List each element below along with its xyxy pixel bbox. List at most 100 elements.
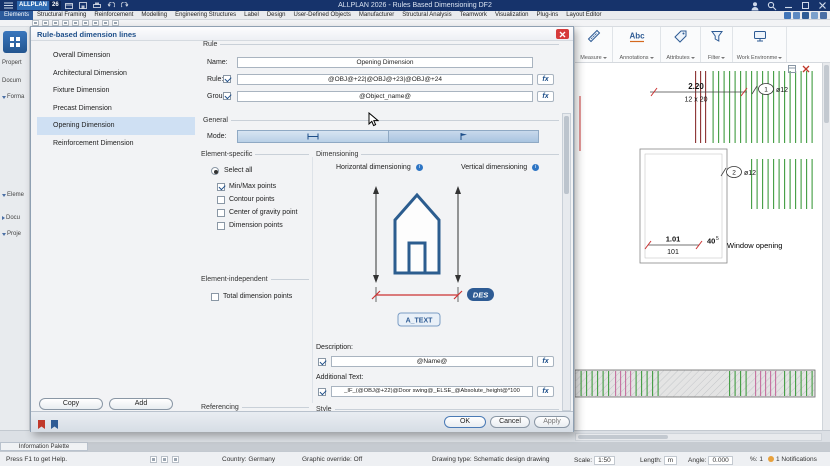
status-tool-icon[interactable] — [150, 456, 157, 463]
properties-palette-icon[interactable] — [3, 31, 27, 53]
notifications[interactable]: 1 Notifications — [768, 456, 817, 463]
tree-item-element[interactable]: Eleme — [2, 192, 24, 198]
drawing-canvas[interactable]: 2.20 12 x 20 1 ø12 2 ø12 1.01 101 40 — [575, 63, 822, 430]
ribbon-group-work-environment[interactable]: Work Environme — [733, 27, 787, 62]
work-environment-monitor-icon[interactable] — [753, 29, 767, 48]
status-tool-icon[interactable] — [161, 456, 168, 463]
tree-item-project[interactable]: Proje — [2, 231, 21, 237]
drawing-horizontal-scrollbar[interactable] — [575, 433, 822, 441]
menu-item-modelling[interactable]: Modelling — [137, 11, 171, 20]
list-item-precast-dimension[interactable]: Precast Dimension — [37, 100, 195, 118]
maximize-window-icon[interactable] — [800, 1, 811, 10]
user-account-icon[interactable] — [749, 1, 760, 10]
scrollbar-thumb[interactable] — [578, 435, 668, 439]
description-formula-button[interactable]: fx — [537, 356, 554, 367]
menubar-tool-icon[interactable] — [820, 12, 827, 19]
menubar-tool-icon[interactable] — [793, 12, 800, 19]
dimension-points-checkbox[interactable] — [217, 222, 225, 230]
ribbon-group-filter[interactable]: Filter — [701, 27, 733, 62]
angle-value-dropdown[interactable]: 0.000 — [708, 456, 732, 465]
min-max-points-checkbox[interactable] — [217, 183, 225, 191]
description-checkbox[interactable] — [318, 358, 326, 366]
list-item-overall-dimension[interactable]: Overall Dimension — [37, 47, 195, 65]
group-formula-button[interactable]: fx — [537, 91, 554, 102]
menubar-tool-icon[interactable] — [784, 12, 791, 19]
information-palette-tab[interactable]: Information Palette — [0, 442, 88, 451]
apply-button[interactable]: Apply — [534, 416, 570, 428]
annotations-abc-icon[interactable]: Abc — [628, 29, 646, 48]
contour-points-checkbox[interactable] — [217, 196, 225, 204]
scrollbar-thumb[interactable] — [564, 116, 569, 194]
menu-item-label[interactable]: Label — [240, 11, 263, 20]
menu-item-engineering-structures[interactable]: Engineering Structures — [171, 11, 240, 20]
palette-label-document[interactable]: Docum — [2, 78, 21, 84]
list-item-fixture-dimension[interactable]: Fixture Dimension — [37, 82, 195, 100]
scrollbar-thumb[interactable] — [824, 65, 829, 123]
total-dimension-points-checkbox[interactable] — [211, 293, 219, 301]
name-input[interactable]: Opening Dimension — [237, 57, 533, 68]
tree-item-format[interactable]: Forma — [2, 94, 24, 100]
menu-item-user-defined-objects[interactable]: User-Defined Objects — [290, 11, 355, 20]
mode-flag-segment[interactable] — [389, 131, 539, 142]
ribbon-group-annotations[interactable]: Abc Annotations — [613, 27, 661, 62]
list-item-opening-dimension[interactable]: Opening Dimension — [37, 117, 195, 135]
open-file-icon[interactable] — [64, 1, 75, 10]
additional-text-formula-button[interactable]: fx — [537, 386, 554, 397]
menubar-tool-icon[interactable] — [811, 12, 818, 19]
ok-button[interactable]: OK — [444, 416, 486, 428]
print-icon[interactable] — [92, 1, 103, 10]
menu-item-visualization[interactable]: Visualization — [491, 11, 533, 20]
attributes-tag-icon[interactable] — [673, 29, 688, 48]
center-of-gravity-checkbox[interactable] — [217, 209, 225, 217]
menu-item-teamwork[interactable]: Teamwork — [456, 11, 491, 20]
drawing-vertical-scrollbar[interactable] — [822, 63, 830, 430]
rule-formula-button[interactable]: fx — [537, 74, 554, 85]
add-button[interactable]: Add — [109, 398, 173, 410]
redo-icon[interactable] — [120, 1, 131, 10]
menu-item-elements[interactable]: Elements — [0, 11, 33, 20]
dialog-close-icon[interactable] — [556, 29, 569, 39]
close-window-icon[interactable] — [817, 1, 828, 10]
menu-item-plug-ins[interactable]: Plug-ins — [533, 11, 563, 20]
palette-label-properties[interactable]: Propert — [2, 60, 22, 66]
scale-value-dropdown[interactable]: 1:50 — [594, 456, 615, 465]
menu-item-manufacturer[interactable]: Manufacturer — [355, 11, 398, 20]
save-icon[interactable] — [78, 1, 89, 10]
menubar-tool-icon[interactable] — [802, 12, 809, 19]
undo-icon[interactable] — [106, 1, 117, 10]
group-input[interactable]: @Object_name@ — [237, 91, 533, 102]
list-item-architectural-dimension[interactable]: Architectural Dimension — [37, 65, 195, 83]
description-input[interactable]: @Name@ — [331, 356, 533, 367]
horizontal-info-icon[interactable] — [416, 164, 423, 171]
length-unit-dropdown[interactable]: m — [664, 456, 677, 465]
menu-item-structural-analysis[interactable]: Structural Analysis — [398, 11, 455, 20]
additional-text-input[interactable]: _IF_(@OBJ@+22)@Door swing@_ELSE_@Absolut… — [331, 386, 533, 397]
hamburger-menu-icon[interactable] — [3, 1, 14, 10]
vertical-info-icon[interactable] — [532, 164, 539, 171]
cancel-button[interactable]: Cancel — [490, 416, 530, 428]
filter-funnel-icon[interactable] — [710, 29, 724, 48]
tree-item-document[interactable]: Docu — [2, 215, 20, 221]
measure-ruler-icon[interactable] — [587, 29, 601, 48]
select-all-radio[interactable] — [211, 167, 219, 175]
list-item-reinforcement-dimension[interactable]: Reinforcement Dimension — [37, 135, 195, 153]
copy-button[interactable]: Copy — [39, 398, 103, 410]
menu-item-structural-framing[interactable]: Structural Framing — [33, 11, 90, 20]
search-icon[interactable] — [766, 1, 777, 10]
menu-item-layout-editor[interactable]: Layout Editor — [562, 11, 605, 20]
viewport-menu-icon[interactable] — [787, 64, 796, 73]
dialog-scrollbar[interactable] — [562, 113, 571, 411]
menu-item-design[interactable]: Design — [263, 11, 290, 20]
viewport-close-icon[interactable] — [801, 64, 810, 73]
mode-horizontal-segment[interactable] — [238, 131, 389, 142]
favorite-save-icon[interactable] — [37, 417, 46, 435]
rule-input[interactable]: @OBJ@+22|@OBJ@+23|@OBJ@+24 — [237, 74, 533, 85]
group-checkbox[interactable] — [223, 92, 231, 100]
ribbon-group-measure[interactable]: Measure — [575, 27, 613, 62]
rule-checkbox[interactable] — [223, 75, 231, 83]
ribbon-group-attributes[interactable]: Attributes — [661, 27, 701, 62]
menu-item-reinforcement[interactable]: Reinforcement — [90, 11, 137, 20]
minimize-window-icon[interactable] — [783, 1, 794, 10]
additional-text-checkbox[interactable] — [318, 388, 326, 396]
status-tool-icon[interactable] — [172, 456, 179, 463]
